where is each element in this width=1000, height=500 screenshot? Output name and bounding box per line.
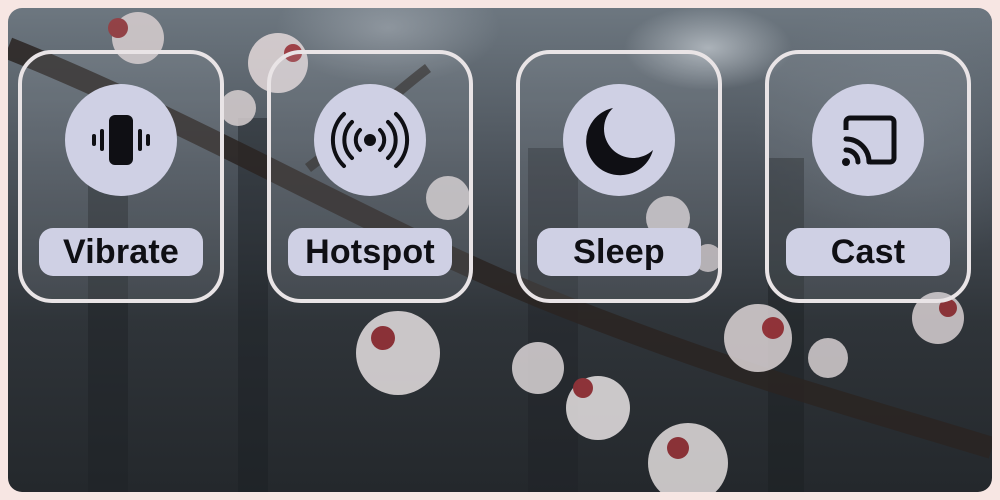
quick-settings-panel: Vibrate Hotspot Sleep Cast [0,0,1000,500]
vibrate-icon-circle [65,84,177,196]
sleep-label: Sleep [537,228,701,276]
hotspot-tile[interactable]: Hotspot [267,50,473,303]
vibrate-label: Vibrate [39,228,203,276]
hotspot-label: Hotspot [288,228,452,276]
hotspot-icon-circle [314,84,426,196]
cast-tile[interactable]: Cast [765,50,971,303]
moon-icon [586,108,653,176]
cast-icon-circle [812,84,924,196]
sleep-tile[interactable]: Sleep [516,50,722,303]
hotspot-icon [330,112,410,168]
cast-icon [842,115,897,166]
sleep-icon-circle [563,84,675,196]
vibrate-tile[interactable]: Vibrate [18,50,224,303]
cast-label: Cast [786,228,950,276]
vibrate-icon [92,115,150,165]
